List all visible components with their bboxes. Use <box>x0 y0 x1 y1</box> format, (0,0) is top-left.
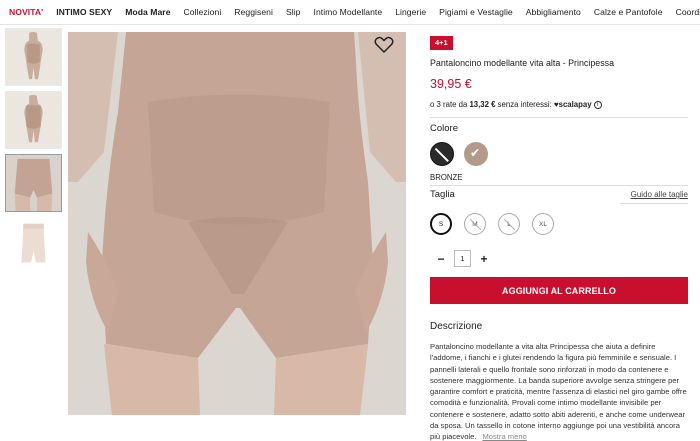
color-swatch-black[interactable] <box>430 142 454 166</box>
main-product-image <box>68 32 406 415</box>
nav-item-lingerie[interactable]: Lingerie <box>395 7 426 17</box>
size-option-l[interactable]: L <box>498 213 520 235</box>
quantity-input[interactable]: 1 <box>454 250 471 267</box>
nav-item-calze-e-pantofole[interactable]: Calze e Pantofole <box>594 7 663 17</box>
nav-item-collezioni[interactable]: Collezioni <box>184 7 222 17</box>
size-option-xl[interactable]: XL <box>532 213 554 235</box>
info-icon[interactable]: i <box>593 100 602 109</box>
divider <box>620 203 688 204</box>
installment-amount: 13,32 € <box>469 100 496 109</box>
top-navigation: NOVITA' INTIMO SEXY Moda Mare Collezioni Reg… <box>0 0 700 25</box>
thumbnail-shorts-closeup[interactable] <box>5 154 62 212</box>
product-price: 39,95 € <box>430 77 472 91</box>
nav-item-pigiami-e-vestaglie[interactable]: Pigiami e Vestaglie <box>439 7 513 17</box>
installment-suffix: senza interessi: <box>497 100 552 109</box>
description-body: Pantaloncino modellante a vita alta Prin… <box>430 342 687 441</box>
size-option-s[interactable]: S <box>430 213 452 235</box>
nav-item-slip[interactable]: Slip <box>286 7 301 17</box>
nav-item-moda-mare[interactable]: Moda Mare <box>125 7 170 17</box>
product-title: Pantaloncino modellante vita alta - Prin… <box>430 58 615 68</box>
color-swatch-bronze[interactable]: ✔ <box>464 142 488 166</box>
selected-color-label: BRONZE <box>430 173 463 182</box>
quantity-stepper: − 1 + <box>436 250 688 267</box>
nav-item-coordinati-p[interactable]: Coordinati P <box>676 7 700 17</box>
show-less-link[interactable]: Mostra meno <box>482 432 526 441</box>
divider <box>430 117 688 118</box>
strikethrough-icon <box>435 147 449 162</box>
color-title: Colore <box>430 123 458 134</box>
size-title: Taglia <box>430 189 455 200</box>
nav-item-abbigliamento[interactable]: Abbigliamento <box>526 7 581 17</box>
description-title: Descrizione <box>430 321 483 332</box>
product-photo <box>68 32 406 415</box>
thumbnail-gallery <box>5 28 63 280</box>
size-guide-link[interactable]: Guido alle taglie <box>631 190 688 199</box>
divider <box>430 185 688 186</box>
color-swatches: ✔ <box>430 142 688 166</box>
thumbnail-flat-product[interactable] <box>5 217 62 275</box>
nav-item-intimo-modellante[interactable]: Intimo Modellante <box>314 7 383 17</box>
installment-info: o 3 rate da 13,32 € senza interessi: ♥sc… <box>430 100 688 109</box>
size-option-m[interactable]: M <box>464 213 486 235</box>
decrease-quantity-button[interactable]: − <box>436 252 446 266</box>
nav-item-novita[interactable]: NOVITA' <box>9 7 43 17</box>
installment-prefix: o 3 rate da <box>430 100 468 109</box>
increase-quantity-button[interactable]: + <box>479 252 489 266</box>
add-to-cart-button[interactable]: AGGIUNGI AL CARRELLO <box>430 277 688 304</box>
description-text: Pantaloncino modellante a vita alta Prin… <box>430 341 688 441</box>
size-options: S M L XL <box>430 213 688 235</box>
heart-icon[interactable] <box>374 36 394 54</box>
nav-item-reggiseni[interactable]: Reggiseni <box>234 7 273 17</box>
product-info: 4+1 Pantaloncino modellante vita alta - … <box>430 32 688 441</box>
check-icon: ✔ <box>470 146 481 160</box>
thumbnail-back-bodysuit[interactable] <box>5 91 62 149</box>
nav-item-intimo-sexy[interactable]: INTIMO SEXY <box>56 7 112 17</box>
nav-list: NOVITA' INTIMO SEXY Moda Mare Collezioni Reg… <box>0 0 700 24</box>
scalapay-logo: scalapay <box>558 100 592 109</box>
promo-badge: 4+1 <box>430 36 453 50</box>
thumbnail-front-bodysuit[interactable] <box>5 28 62 86</box>
